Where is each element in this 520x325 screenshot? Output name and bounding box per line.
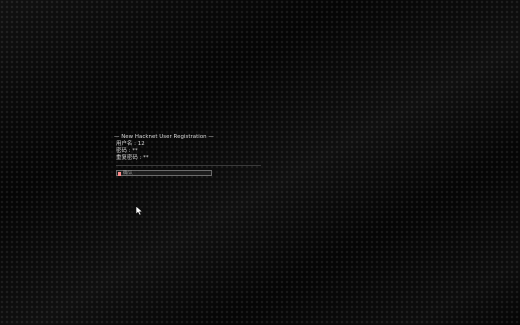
username-label: 用户名 — [116, 141, 133, 147]
password-row: 密码 : ** — [116, 148, 262, 155]
confirm-password-value: ** — [143, 155, 149, 161]
section-divider — [116, 165, 261, 166]
text-cursor — [118, 172, 121, 176]
mouse-pointer-icon — [136, 206, 143, 216]
registration-title: — New Hacknet User Registration — — [114, 134, 214, 140]
password-value: ** — [132, 148, 138, 154]
username-value: 12 — [137, 141, 145, 147]
input-field[interactable]: 确认 — [116, 170, 212, 176]
input-placeholder: 确认 — [123, 171, 133, 176]
password-label: 密码 — [116, 148, 127, 154]
confirm-password-row: 重复密码 : ** — [116, 155, 262, 162]
registration-panel: — New Hacknet User Registration — 用户名 : … — [114, 134, 262, 176]
username-row: 用户名 : 12 — [116, 141, 262, 148]
confirm-password-label: 重复密码 — [116, 155, 138, 161]
